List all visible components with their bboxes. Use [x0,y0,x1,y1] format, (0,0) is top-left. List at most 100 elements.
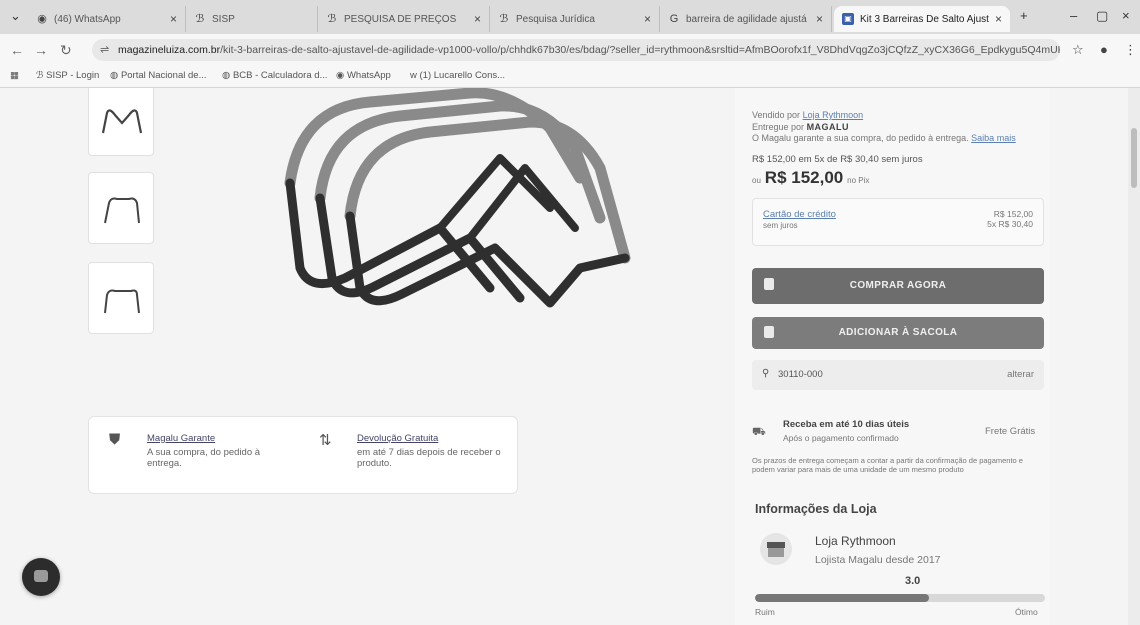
tab-whatsapp[interactable]: ◉ (46) WhatsApp × [28,6,186,32]
credit-card-installment: 5x R$ 30,40 [987,219,1033,229]
whatsapp-icon: ◉ [336,70,347,81]
store-since: Lojista Magalu desde 2017 [815,554,941,566]
product-image [284,88,631,308]
whatsapp-icon: ◉ [37,13,47,25]
devolucao-gratuita-link[interactable]: Devolução Gratuita [357,433,438,444]
tab-magalu-product[interactable]: ▣ Kit 3 Barreiras De Salto Ajust × [834,6,1010,32]
delivery-sub: Após o pagamento confirmado [783,433,899,443]
credit-card-sub: sem juros [763,221,798,230]
bookmarks-bar: ▦ ℬ SISP - Login ◍ Portal Nacional de...… [0,66,1140,88]
tab-sisp[interactable]: ℬ SISP [186,6,318,32]
site-info-icon[interactable]: ⇌ [100,39,109,61]
hurdle-icon [104,197,140,224]
chat-button[interactable] [22,558,60,596]
tab-pesquisa-juridica[interactable]: ℬ Pesquisa Jurídica × [490,6,660,32]
apps-icon[interactable]: ▦ [10,70,19,81]
sold-by: Vendido por Loja Rythmoon [752,110,864,120]
bookmark-star-icon[interactable]: ☆ [1072,42,1084,58]
bag-icon [764,326,774,338]
bookmark-portal-nacional[interactable]: ◍ Portal Nacional de... [110,70,206,81]
devolucao-gratuita-desc: em até 7 dias depois de receber o produt… [357,447,501,469]
cep-value: 30110-000 [778,369,823,380]
delivery-title: Receba em até 10 dias úteis [783,419,910,430]
store-rating: 3.0 [905,575,921,587]
browser-tab-strip: ⌄ ◉ (46) WhatsApp × ℬ SISP ℬ PESQUISA DE… [0,0,1140,34]
tab-google-search[interactable]: G barreira de agilidade ajustá × [660,6,832,32]
cep-field[interactable]: ⚲ 30110-000 alterar [752,360,1044,390]
close-icon[interactable]: × [474,12,481,26]
shield-icon: ⛊ [109,431,121,448]
store-front-icon [767,542,785,557]
thumbnail-1[interactable] [88,88,154,156]
maximize-icon[interactable]: ▢ [1096,8,1108,24]
thumbnail-2[interactable] [88,172,154,244]
free-shipping-label: Frete Grátis [985,426,1036,437]
close-icon[interactable]: × [644,12,651,26]
seller-link[interactable]: Loja Rythmoon [803,110,864,120]
window-close-icon[interactable]: × [1122,8,1130,23]
thumbnail-3[interactable] [88,262,154,334]
hurdle-icon [104,289,140,314]
w-icon: w [410,70,420,81]
hurdle-icon [101,109,143,134]
close-icon[interactable]: × [170,12,177,26]
magalu-icon: ▣ [842,13,854,25]
credit-card-total: R$ 152,00 [993,209,1033,219]
magalu-garante-desc: A sua compra, do pedido à entrega. [147,447,261,469]
rating-low-label: Ruim [755,607,775,617]
add-to-bag-button[interactable]: ADICIONAR À SACOLA [752,317,1044,349]
return-arrows-icon: ⇅ [319,432,332,449]
scrollbar-thumb[interactable] [1131,128,1137,188]
bookmark-sisp-login[interactable]: ℬ SISP - Login [36,70,99,81]
reload-icon[interactable]: ↻ [60,42,72,59]
store-logo[interactable] [760,533,792,565]
cep-change-link[interactable]: alterar [1007,369,1034,380]
bookmark-whatsapp[interactable]: ◉ WhatsApp [336,70,391,81]
sisp-icon: ℬ [195,13,205,25]
buy-now-button[interactable]: COMPRAR AGORA [752,268,1044,304]
magalu-logo: MAGALU [806,122,850,132]
location-pin-icon: ⚲ [762,368,770,379]
new-tab-icon[interactable]: + [1020,8,1028,23]
truck-icon: ⛟ [752,426,766,438]
magalu-garante-link[interactable]: Magalu Garante [147,433,215,444]
credit-card-label: Cartão de crédito [763,209,836,220]
rating-high-label: Ótimo [1015,607,1038,617]
installments-text: R$ 152,00 em 5x de R$ 30,40 sem juros [752,154,923,165]
delivered-by: Entregue por MAGALU [752,122,850,132]
payment-method-card[interactable]: Cartão de crédito sem juros R$ 152,00 5x… [752,198,1044,246]
rating-fill [755,594,929,602]
bag-icon [764,278,774,290]
sisp-icon: ℬ [36,70,47,81]
bookmark-bcb-calculadora[interactable]: ◍ BCB - Calculadora d... [222,70,327,81]
delivery-note: Os prazos de entrega começam a contar a … [752,456,1023,474]
buy-box: Vendido por Loja Rythmoon Entregue por M… [735,88,1050,625]
close-icon[interactable]: × [816,12,823,26]
minimize-icon[interactable]: – [1070,8,1077,23]
tab-search-icon[interactable]: ⌄ [10,8,21,24]
sisp-icon: ℬ [499,13,509,25]
close-icon[interactable]: × [995,12,1002,26]
guarantee-box: ⛊ Magalu Garante A sua compra, do pedido… [88,416,518,494]
guarantee-line: O Magalu garante a sua compra, do pedido… [752,133,1016,143]
globe-icon: ◍ [110,70,121,81]
store-name[interactable]: Loja Rythmoon [815,534,896,548]
rating-bar [755,594,1045,602]
forward-icon[interactable]: → [34,42,48,58]
chat-icon [34,570,48,582]
sisp-icon: ℬ [327,13,337,25]
back-icon[interactable]: ← [10,42,24,58]
saiba-mais-link[interactable]: Saiba mais [971,133,1016,143]
address-bar[interactable]: ⇌ magazineluiza.com.br/kit-3-barreiras-d… [92,39,1060,61]
pix-price: ou R$ 152,00 no Pix [752,168,870,187]
store-info-title: Informações da Loja [755,502,877,516]
tab-pesquisa-precos[interactable]: ℬ PESQUISA DE PREÇOS × [318,6,490,32]
menu-icon[interactable]: ⋮ [1124,42,1137,58]
address-toolbar: ← → ↻ ⇌ magazineluiza.com.br/kit-3-barre… [0,34,1140,66]
profile-icon[interactable]: ● [1100,42,1108,57]
page-scrollbar[interactable] [1128,88,1140,625]
bookmark-lucarello[interactable]: w (1) Lucarello Cons... [410,70,505,81]
google-icon: G [669,13,679,25]
globe-icon: ◍ [222,70,233,81]
product-page: ⛊ Magalu Garante A sua compra, do pedido… [0,88,1140,625]
